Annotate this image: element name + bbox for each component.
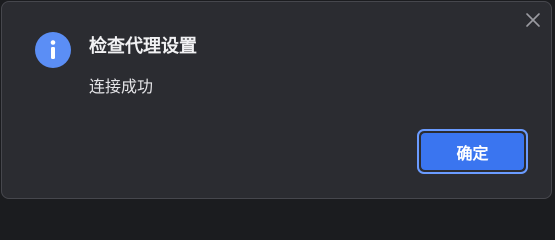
ok-button[interactable]: 确定	[417, 129, 528, 174]
close-button[interactable]	[523, 10, 543, 30]
dialog-message: 连接成功	[89, 77, 154, 96]
close-icon	[526, 13, 540, 27]
ok-button-label: 确定	[421, 133, 524, 170]
dialog-title: 检查代理设置	[89, 36, 197, 57]
proxy-check-dialog: 检查代理设置 连接成功 确定	[1, 1, 552, 199]
info-icon	[35, 32, 71, 68]
